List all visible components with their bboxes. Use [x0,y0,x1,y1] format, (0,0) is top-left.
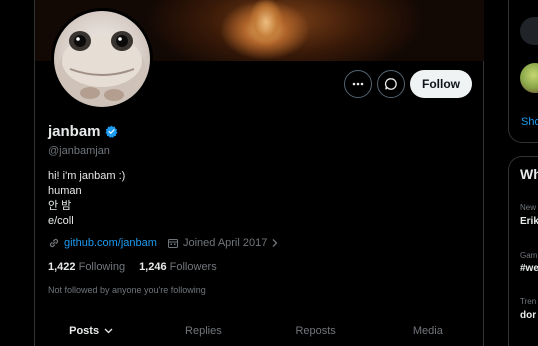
tab-label: Reposts [295,325,336,337]
bio-line: 안 밤 [48,200,72,212]
sidebar-avatar[interactable] [520,63,538,93]
joined-date: Joined April 2017 [182,237,268,249]
following-label: Following [78,261,126,273]
link-icon [49,238,59,248]
bio-line: e/coll [48,215,74,227]
more-button[interactable] [344,70,372,98]
bio-line: hi! i'm janbam :) [48,170,126,182]
trend-title[interactable]: #we [520,263,538,274]
bio-line: human [48,185,82,197]
profile-column: Follow janbam @janbamjan hi! i'm janbam … [34,0,484,346]
more-icon [352,82,364,86]
profile-page: Follow janbam @janbamjan hi! i'm janbam … [0,0,538,346]
followers-count: 1,246 [139,261,167,273]
avatar-image [58,31,146,105]
display-name: janbam [48,123,101,140]
profile-bio: hi! i'm janbam :) human 안 밤 e/coll [48,169,125,229]
message-icon [384,78,397,90]
tab-label: Replies [185,325,222,337]
followers-label: Followers [169,261,217,273]
tab-label: Posts [69,325,100,337]
tab-replies[interactable]: Replies [147,315,259,346]
banner-figure [231,0,301,61]
following-stat[interactable]: 1,422 Following [48,261,125,273]
trend-title[interactable]: Erik [520,216,538,227]
joined-item: Joined April 2017 [167,237,279,249]
trend-meta: Gam [520,251,538,260]
chevron-right-icon[interactable] [271,238,279,248]
chevron-down-icon [104,328,113,334]
profile-tabs: Posts Replies Reposts Media [35,315,484,346]
followers-stat[interactable]: 1,246 Followers [139,261,217,273]
sidebar-who-to-follow: Sho [508,0,538,143]
follow-stats: 1,422 Following 1,246 Followers [48,261,217,273]
trend-meta: Tren [520,297,537,306]
name-row: janbam [48,123,118,140]
tab-media[interactable]: Media [372,315,484,346]
verified-badge-icon[interactable] [105,125,118,138]
sidebar-trends: Wh New Erik Gam #we Tren dor [508,156,538,346]
followed-by-note: Not followed by anyone you're following [48,285,206,295]
trend-title[interactable]: dor [520,310,536,321]
calendar-icon [167,239,178,248]
show-more-link[interactable]: Sho [521,116,538,128]
website-item: github.com/janbam [48,237,157,249]
sidebar-search-pill[interactable] [520,17,538,45]
tab-reposts[interactable]: Reposts [260,315,372,346]
trends-heading: Wh [520,166,538,182]
following-count: 1,422 [48,261,76,273]
handle: @janbamjan [48,145,110,157]
profile-meta: github.com/janbam Joined April 2017 [48,237,279,249]
profile-avatar[interactable] [51,8,153,110]
message-button[interactable] [377,70,405,98]
tab-posts[interactable]: Posts [35,315,147,346]
trend-meta: New [520,203,537,212]
tab-label: Media [412,325,443,337]
follow-button[interactable]: Follow [410,70,472,98]
website-link[interactable]: github.com/janbam [64,237,157,249]
